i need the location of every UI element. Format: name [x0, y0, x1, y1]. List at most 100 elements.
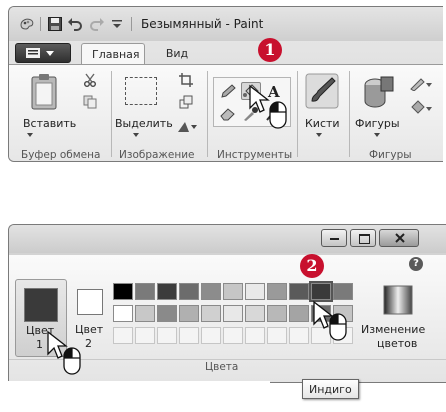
customize-dropdown-icon[interactable]: [109, 16, 125, 32]
maximize-button[interactable]: [350, 229, 376, 247]
undo-icon[interactable]: [67, 16, 83, 32]
palette-custom-slot[interactable]: [201, 327, 221, 344]
chevron-down-icon[interactable]: [316, 133, 322, 137]
palette-custom-slot[interactable]: [157, 327, 177, 344]
crop-icon[interactable]: [179, 73, 193, 87]
fill-shape-icon[interactable]: [409, 99, 433, 115]
title-bar: [9, 225, 446, 253]
palette-swatch[interactable]: [267, 305, 287, 322]
palette-swatch[interactable]: [245, 305, 265, 322]
palette-custom-slot[interactable]: [113, 327, 133, 344]
brush-icon[interactable]: [305, 73, 339, 109]
palette-swatch[interactable]: [223, 283, 243, 300]
mouse-pointer-icon: [249, 84, 287, 129]
palette-swatch[interactable]: [135, 283, 155, 300]
edit-colors-icon: [383, 285, 413, 315]
eraser-tool[interactable]: [218, 104, 238, 122]
paint-window-ribbon-home: Безымянный - Paint Главная Вид Вставить: [8, 6, 443, 162]
cut-icon[interactable]: [83, 73, 97, 87]
pencil-icon: [221, 84, 236, 98]
window-title: Безымянный - Paint: [141, 17, 264, 31]
palette-swatch[interactable]: [179, 283, 199, 300]
chevron-down-icon: [46, 51, 54, 56]
palette-custom-slot[interactable]: [289, 327, 309, 344]
palette-swatch[interactable]: [201, 283, 221, 300]
palette-swatch[interactable]: [157, 305, 177, 322]
brushes-button[interactable]: Кисти: [305, 117, 340, 130]
select-icon[interactable]: [125, 77, 157, 105]
title-bar: Безымянный - Paint: [9, 7, 443, 41]
palette-swatch[interactable]: [179, 305, 199, 322]
save-icon[interactable]: [47, 16, 63, 32]
palette-swatch[interactable]: [223, 305, 243, 322]
rotate-icon[interactable]: [177, 121, 197, 133]
palette-custom-slot[interactable]: [179, 327, 199, 344]
pencil-tool[interactable]: [218, 82, 238, 100]
color2-number: 2: [85, 337, 92, 350]
redo-icon[interactable]: [89, 16, 105, 32]
colors-group-label: Цвета: [205, 361, 239, 373]
shapes-group-label: Фигуры: [369, 149, 412, 161]
mouse-pointer-icon: [313, 300, 347, 341]
chevron-down-icon[interactable]: [374, 133, 380, 137]
maximize-icon: [359, 234, 370, 244]
palette-swatch[interactable]: [289, 283, 309, 300]
close-button[interactable]: [379, 229, 419, 247]
resize-icon[interactable]: [179, 95, 193, 109]
palette-custom-slot[interactable]: [135, 327, 155, 344]
palette-swatch[interactable]: [289, 305, 309, 322]
ribbon-tab-bar: Главная Вид: [9, 41, 443, 65]
shapes-button[interactable]: Фигуры: [355, 117, 400, 130]
canvas-area[interactable]: [0, 381, 270, 412]
image-group-label: Изображение: [119, 149, 195, 161]
separator: [40, 17, 41, 31]
edit-colors-label-line2: цветов: [377, 337, 418, 350]
color2-swatch: [77, 289, 103, 315]
tooltip-indigo: Индиго: [302, 379, 359, 399]
file-menu-button[interactable]: [15, 43, 71, 63]
palette-swatch[interactable]: [113, 283, 133, 300]
copy-icon[interactable]: [83, 95, 97, 109]
chevron-down-icon[interactable]: [133, 133, 139, 137]
group-separator: [111, 71, 112, 157]
palette-swatch[interactable]: [201, 305, 221, 322]
help-icon[interactable]: ?: [409, 257, 423, 271]
group-separator: [207, 71, 208, 157]
tools-group-label: Инструменты: [217, 149, 293, 161]
color1-swatch: [24, 288, 58, 322]
palette-custom-slot[interactable]: [267, 327, 287, 344]
ribbon-home: Вставить Буфер обмена Выделить Изображен…: [9, 64, 443, 161]
edit-colors-label-line1: Изменение: [361, 323, 426, 336]
eraser-icon: [220, 108, 235, 121]
callout-badge-1: 1: [258, 38, 282, 62]
group-separator: [297, 71, 298, 157]
palette-swatch[interactable]: [135, 305, 155, 322]
close-icon: [395, 233, 405, 243]
palette-custom-slot[interactable]: [223, 327, 243, 344]
palette-swatch[interactable]: [157, 283, 177, 300]
group-separator: [349, 71, 350, 157]
minimize-button[interactable]: [321, 229, 347, 247]
callout-badge-2: 2: [300, 254, 324, 278]
palette-swatch[interactable]: [245, 283, 265, 300]
shapes-icon[interactable]: [361, 73, 395, 109]
palette-swatch[interactable]: [267, 283, 287, 300]
palette-swatch-indigo[interactable]: [309, 281, 333, 302]
chevron-down-icon[interactable]: [27, 133, 33, 137]
edit-colors-button[interactable]: Изменение цветов: [361, 279, 443, 355]
color1-number: 1: [36, 338, 43, 351]
tab-view[interactable]: Вид: [155, 43, 199, 65]
select-button[interactable]: Выделить: [115, 117, 173, 130]
mouse-pointer-icon: [47, 330, 81, 375]
palette-custom-slot[interactable]: [245, 327, 265, 344]
tab-home[interactable]: Главная: [81, 43, 145, 65]
minimize-icon: [330, 238, 339, 240]
outline-icon[interactable]: [409, 75, 433, 91]
file-menu-icon: [26, 48, 40, 58]
palette-swatch[interactable]: [113, 305, 133, 322]
palette-swatch[interactable]: [333, 283, 353, 300]
clipboard-group-label: Буфер обмена: [21, 149, 101, 161]
paste-clipboard-icon[interactable]: [29, 73, 59, 111]
paint-app-icon[interactable]: [19, 16, 35, 32]
paste-button[interactable]: Вставить: [23, 117, 76, 130]
